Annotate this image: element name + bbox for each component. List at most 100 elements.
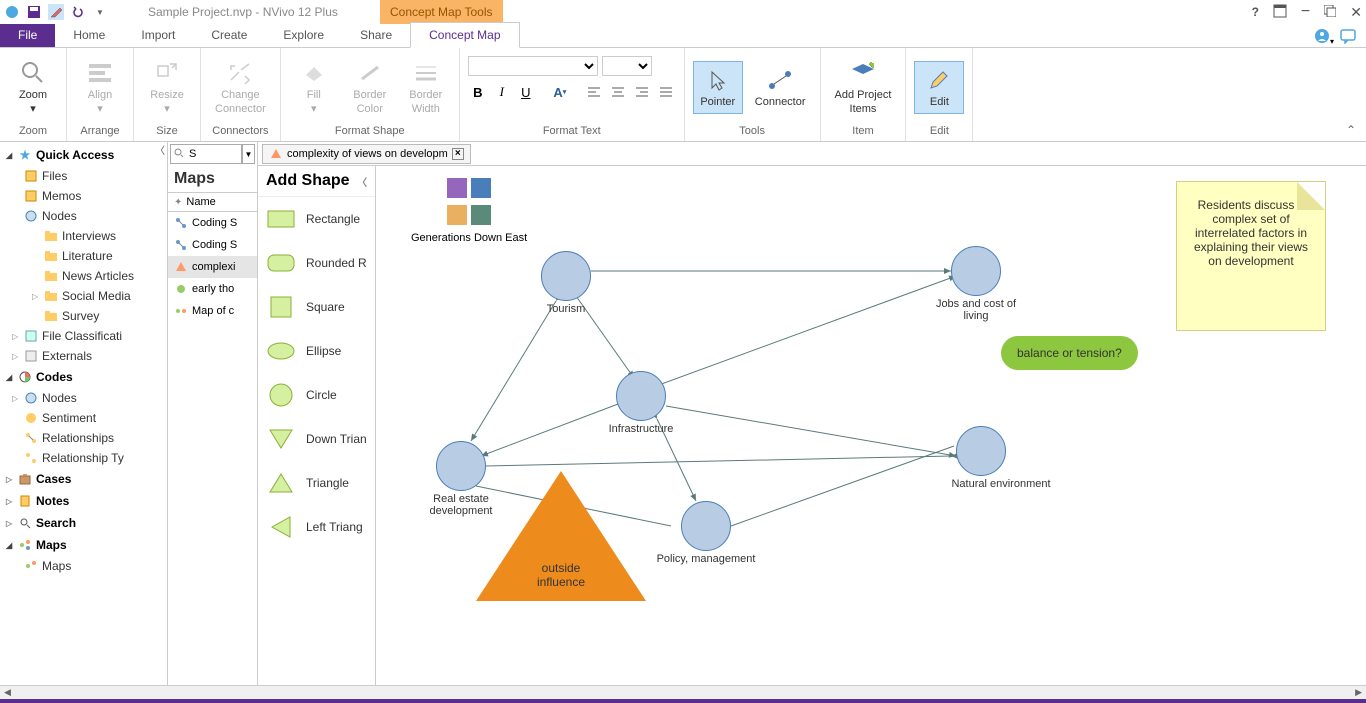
nav-relationships[interactable]: Relationships <box>4 428 163 448</box>
tab-concept-map[interactable]: Concept Map <box>410 22 519 48</box>
edit-label: Edit <box>930 96 949 109</box>
node-policy[interactable] <box>681 501 731 551</box>
align-justify-button[interactable] <box>656 82 676 102</box>
fill-label: Fill <box>307 89 321 101</box>
maps-row-0[interactable]: Coding S <box>168 212 257 234</box>
tab-create[interactable]: Create <box>193 23 265 47</box>
nav-maps-item[interactable]: Maps <box>4 556 163 576</box>
pointer-button[interactable]: Pointer <box>693 61 743 114</box>
qat-dropdown-icon[interactable]: ▼ <box>92 4 108 20</box>
align-left-button[interactable] <box>584 82 604 102</box>
align-button[interactable]: Align▾ <box>75 55 125 119</box>
qat-save-icon[interactable] <box>26 4 42 20</box>
maps-row-1[interactable]: Coding S <box>168 234 257 256</box>
shape-triangle[interactable]: Triangle <box>258 461 375 505</box>
maps-row-2[interactable]: complexi <box>168 256 257 278</box>
border-width-button[interactable]: Border Width <box>401 55 451 119</box>
bold-button[interactable]: B <box>468 82 488 102</box>
shape-left-triangle[interactable]: Left Triang <box>258 505 375 549</box>
nav-externals[interactable]: ▷Externals <box>4 346 163 366</box>
collapse-ribbon-button[interactable]: ⌃ <box>1336 48 1366 141</box>
nav-notes[interactable]: ▷Notes <box>4 490 163 512</box>
font-size-select[interactable] <box>602 56 652 76</box>
nav-nodes2[interactable]: ▷Nodes <box>4 388 163 408</box>
map-item-icon <box>174 238 188 252</box>
maps-row-4[interactable]: Map of c <box>168 300 257 322</box>
add-project-items-button[interactable]: Add Project Items <box>829 55 898 119</box>
search-dropdown-icon[interactable]: ▼ <box>242 144 255 164</box>
node-jobs[interactable] <box>951 246 1001 296</box>
qat-edit-icon[interactable] <box>48 4 64 20</box>
tab-explore[interactable]: Explore <box>265 23 342 47</box>
align-right-button[interactable] <box>632 82 652 102</box>
close-tab-button[interactable]: × <box>452 148 464 160</box>
nav-cases[interactable]: ▷Cases <box>4 468 163 490</box>
maps-icon <box>18 538 32 552</box>
font-family-select[interactable] <box>468 56 598 76</box>
tab-share[interactable]: Share <box>342 23 410 47</box>
border-color-button[interactable]: Border Color <box>345 55 395 119</box>
tab-import[interactable]: Import <box>123 23 193 47</box>
nav-files[interactable]: Files <box>4 166 163 186</box>
shape-ellipse[interactable]: Ellipse <box>258 329 375 373</box>
ribbon-display-icon[interactable] <box>1273 4 1287 21</box>
shapes-collapse-icon[interactable]: 〈 <box>357 174 367 189</box>
zoom-button[interactable]: Zoom▾ <box>8 55 58 119</box>
nav-file-classifications[interactable]: ▷File Classificati <box>4 326 163 346</box>
underline-button[interactable]: U <box>516 82 536 102</box>
nav-survey[interactable]: Survey <box>4 306 163 326</box>
document-tab[interactable]: complexity of views on developm × <box>262 144 471 164</box>
edit-group-label: Edit <box>930 125 949 139</box>
sticky-note[interactable]: Residents discuss a complex set of inter… <box>1176 181 1326 331</box>
node-tourism[interactable] <box>541 251 591 301</box>
nav-literature[interactable]: Literature <box>4 246 163 266</box>
user-icon[interactable]: ▾ <box>1314 28 1334 47</box>
horizontal-scrollbar[interactable]: ◀▶ <box>0 685 1366 699</box>
shape-down-triangle[interactable]: Down Trian <box>258 417 375 461</box>
comment-icon[interactable] <box>1340 28 1356 47</box>
nav-relationship-types[interactable]: Relationship Ty <box>4 448 163 468</box>
shape-rectangle[interactable]: Rectangle <box>258 197 375 241</box>
nav-codes[interactable]: ◢Codes <box>4 366 163 388</box>
tab-home[interactable]: Home <box>55 23 123 47</box>
close-button[interactable]: ✕ <box>1350 4 1362 21</box>
node-infrastructure[interactable] <box>616 371 666 421</box>
nodes-icon <box>24 391 38 405</box>
shape-circle[interactable]: Circle <box>258 373 375 417</box>
nav-sentiment[interactable]: Sentiment <box>4 408 163 428</box>
tab-file[interactable]: File <box>0 23 55 47</box>
files-icon <box>24 169 38 183</box>
nav-memos[interactable]: Memos <box>4 186 163 206</box>
qat-app-icon[interactable] <box>4 4 20 20</box>
map-item-icon <box>174 260 188 274</box>
nav-quick-access[interactable]: ◢★Quick Access <box>4 144 163 166</box>
minimize-button[interactable]: − <box>1301 3 1310 21</box>
maps-col-name[interactable]: ✦Name <box>168 192 257 212</box>
concept-map-canvas[interactable]: Generations Down East Tourism Jobs and c… <box>376 166 1366 685</box>
italic-button[interactable]: I <box>492 82 512 102</box>
shape-rounded[interactable]: Rounded R <box>258 241 375 285</box>
legend[interactable]: Generations Down East <box>411 176 527 244</box>
nav-collapse-button[interactable]: 〈 <box>155 142 165 157</box>
maps-row-3[interactable]: early tho <box>168 278 257 300</box>
node-natural[interactable] <box>956 426 1006 476</box>
font-color-button[interactable]: A▾ <box>550 82 570 102</box>
fill-button[interactable]: Fill▾ <box>289 55 339 119</box>
nav-news-articles[interactable]: News Articles <box>4 266 163 286</box>
help-button[interactable]: ? <box>1252 5 1259 19</box>
nav-search[interactable]: ▷Search <box>4 512 163 534</box>
maximize-button[interactable] <box>1324 5 1336 20</box>
balance-box[interactable]: balance or tension? <box>1001 336 1138 370</box>
format-text-group-label: Format Text <box>543 125 601 139</box>
qat-undo-icon[interactable] <box>70 4 86 20</box>
edit-button[interactable]: Edit <box>914 61 964 114</box>
nav-interviews[interactable]: Interviews <box>4 226 163 246</box>
nav-nodes[interactable]: Nodes <box>4 206 163 226</box>
nav-social-media[interactable]: ▷Social Media <box>4 286 163 306</box>
shape-square[interactable]: Square <box>258 285 375 329</box>
align-center-button[interactable] <box>608 82 628 102</box>
change-connector-button[interactable]: Change Connector <box>209 55 272 119</box>
nav-maps[interactable]: ◢Maps <box>4 534 163 556</box>
resize-button[interactable]: Resize▾ <box>142 55 192 119</box>
connector-button[interactable]: Connector <box>749 62 812 113</box>
